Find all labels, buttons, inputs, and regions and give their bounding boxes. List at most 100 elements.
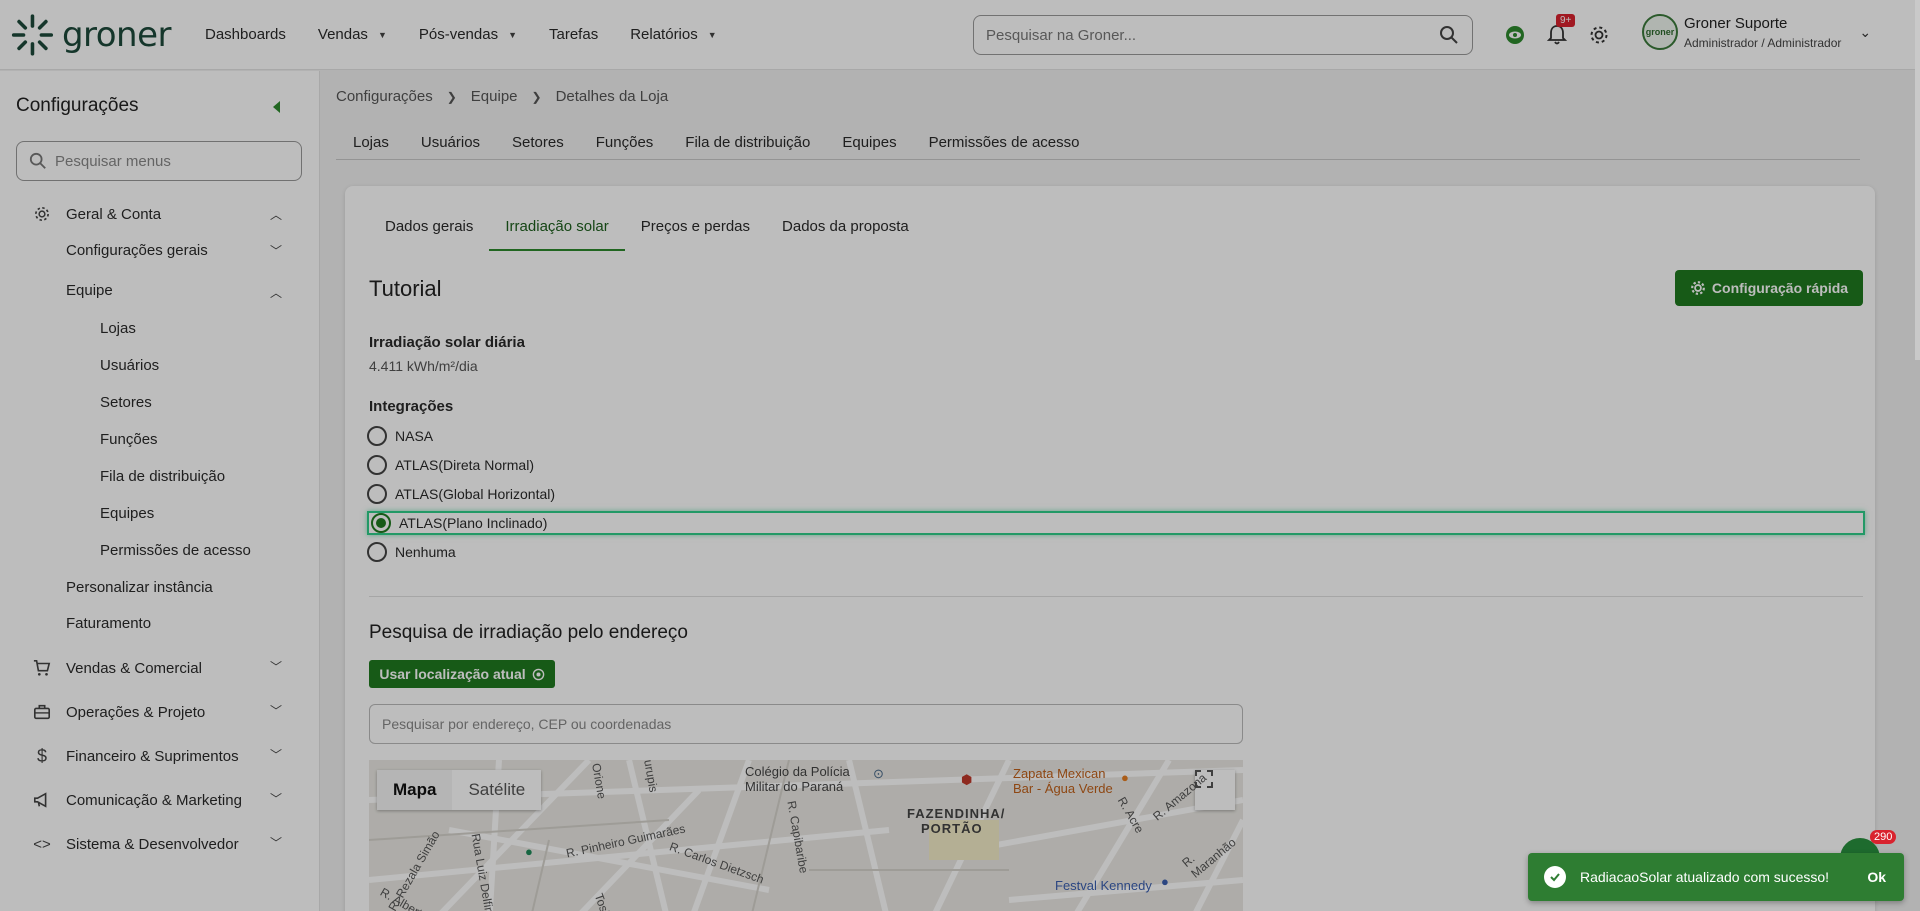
dollar-icon: $ — [36, 745, 47, 766]
user-menu[interactable]: groner Groner Suporte Administrador / Ad… — [1642, 14, 1871, 50]
settings-gear-icon[interactable] — [1584, 20, 1614, 50]
radio-atlas-plano-inclinado[interactable]: ATLAS(Plano Inclinado) — [367, 511, 1865, 535]
map-type-satellite[interactable]: Satélite — [452, 770, 541, 810]
gear-icon — [32, 204, 52, 224]
use-location-label: Usar localização atual — [379, 666, 526, 682]
sidebar-item-label: Sistema & Desenvolvedor — [66, 835, 239, 853]
tab-setores[interactable]: Setores — [496, 124, 580, 159]
map[interactable]: Mapa Satélite Colégio da Polícia Militar… — [369, 760, 1243, 911]
logo[interactable]: groner — [11, 11, 172, 59]
sidebar-item-label: Personalizar instância — [66, 579, 213, 596]
chevron-up-icon[interactable]: ︿ — [270, 206, 282, 223]
sidebar-item-usuarios[interactable]: Usuários — [100, 357, 159, 374]
sidebar-title: Configurações — [16, 95, 139, 116]
success-toast: RadiacaoSolar atualizado com sucesso! Ok — [1528, 853, 1904, 901]
global-search-input[interactable] — [986, 26, 1432, 44]
tab-usuarios[interactable]: Usuários — [405, 124, 496, 159]
radio-atlas-direta-normal[interactable]: ATLAS(Direta Normal) — [367, 453, 534, 477]
search-icon[interactable] — [1432, 18, 1466, 52]
tab-funcoes[interactable]: Funções — [580, 124, 670, 159]
sidebar-item-geral-conta[interactable]: Geral & Conta — [32, 204, 161, 224]
tab-dados-proposta[interactable]: Dados da proposta — [766, 218, 925, 251]
tab-lojas[interactable]: Lojas — [336, 124, 405, 159]
sidebar-item-equipe[interactable]: Equipe — [66, 282, 113, 299]
tab-dados-gerais[interactable]: Dados gerais — [369, 218, 489, 251]
sidebar-search — [16, 141, 302, 181]
sidebar-item-label: Operações & Projeto — [66, 703, 206, 721]
notification-badge: 9+ — [1556, 14, 1576, 27]
search-icon — [29, 152, 46, 169]
tab-equipes[interactable]: Equipes — [826, 124, 912, 159]
sidebar-item-label: Configurações gerais — [66, 242, 208, 259]
sidebar-item-financeiro-suprimentos[interactable]: $ Financeiro & Suprimentos — [32, 746, 239, 766]
sidebar-item-funcoes[interactable]: Funções — [100, 431, 158, 448]
location-pin-icon[interactable]: ● — [525, 844, 533, 859]
hospital-pin-icon[interactable]: ⬢ — [961, 772, 972, 788]
radio-label: Nenhuma — [395, 544, 456, 560]
chevron-down-icon[interactable]: ﹀ — [270, 242, 282, 259]
tab-irradiacao-solar[interactable]: Irradiação solar — [489, 218, 625, 251]
sidebar-item-label: Equipes — [100, 505, 155, 522]
radio-nenhuma[interactable]: Nenhuma — [367, 540, 456, 564]
restaurant-pin-icon[interactable]: ● — [1121, 770, 1129, 785]
toast-ok-button[interactable]: Ok — [1867, 869, 1886, 885]
radio-button[interactable] — [367, 426, 387, 446]
radio-label: NASA — [395, 428, 434, 444]
sidebar-item-label: Permissões de acesso — [100, 542, 251, 559]
breadcrumb-item[interactable]: Configurações — [336, 88, 433, 105]
sidebar-item-fila-distribuicao[interactable]: Fila de distribuição — [100, 468, 225, 485]
map-label: PORTÃO — [921, 821, 983, 836]
radio-button[interactable] — [367, 542, 387, 562]
tab-fila-distribuicao[interactable]: Fila de distribuição — [669, 124, 826, 159]
school-pin-icon[interactable]: ⊙ — [873, 766, 884, 782]
radio-button[interactable] — [367, 484, 387, 504]
use-current-location-button[interactable]: Usar localização atual — [369, 660, 555, 688]
nav-relatorios[interactable]: Relatórios ▼ — [630, 26, 716, 43]
map-label: FAZENDINHA/ — [907, 806, 1006, 821]
tab-precos-perdas[interactable]: Preços e perdas — [625, 218, 766, 251]
chevron-down-icon[interactable]: ﹀ — [270, 658, 282, 675]
breadcrumb-item[interactable]: Equipe — [471, 88, 518, 105]
chevron-down-icon[interactable]: ﹀ — [270, 702, 282, 719]
sidebar-item-setores[interactable]: Setores — [100, 394, 152, 411]
chevron-down-icon[interactable]: ﹀ — [270, 790, 282, 807]
sidebar-item-operacoes-projeto[interactable]: Operações & Projeto — [32, 702, 205, 722]
radio-atlas-global-horizontal[interactable]: ATLAS(Global Horizontal) — [367, 482, 555, 506]
chevron-down-icon[interactable]: ﹀ — [270, 834, 282, 851]
sidebar-item-configuracoes-gerais[interactable]: Configurações gerais — [66, 242, 208, 259]
radio-nasa[interactable]: NASA — [367, 424, 433, 448]
sidebar-item-vendas-comercial[interactable]: Vendas & Comercial — [32, 658, 202, 678]
collapse-sidebar-icon[interactable] — [273, 101, 280, 113]
sidebar: Configurações Geral & Conta ︿ Configuraç… — [0, 71, 320, 911]
nav-vendas[interactable]: Vendas ▼ — [318, 26, 387, 43]
sidebar-item-sistema-desenvolvedor[interactable]: <> Sistema & Desenvolvedor — [32, 834, 239, 854]
sidebar-item-permissoes[interactable]: Permissões de acesso — [100, 542, 251, 559]
radio-button[interactable] — [367, 455, 387, 475]
sidebar-item-personalizar-instancia[interactable]: Personalizar instância — [66, 579, 213, 596]
sidebar-item-lojas[interactable]: Lojas — [100, 320, 136, 337]
daily-irradiation-label: Irradiação solar diária — [369, 334, 525, 351]
nav-tarefas[interactable]: Tarefas — [549, 26, 598, 43]
radio-button-checked[interactable] — [371, 513, 391, 533]
quick-config-button[interactable]: Configuração rápida — [1675, 270, 1863, 306]
sidebar-search-input[interactable] — [55, 152, 301, 170]
sidebar-item-comunicacao-marketing[interactable]: Comunicação & Marketing — [32, 790, 242, 810]
chevron-down-icon[interactable]: ﹀ — [270, 746, 282, 763]
sidebar-item-faturamento[interactable]: Faturamento — [66, 615, 151, 632]
nav-pos-vendas[interactable]: Pós-vendas ▼ — [419, 26, 517, 43]
page-scrollbar[interactable] — [1915, 0, 1920, 360]
address-search-input[interactable] — [369, 704, 1243, 744]
nav-dashboards[interactable]: Dashboards — [205, 26, 286, 43]
eye-toggle-icon[interactable] — [1500, 20, 1530, 50]
breadcrumb-item: Detalhes da Loja — [555, 88, 669, 105]
map-type-map[interactable]: Mapa — [377, 770, 453, 810]
bell-icon[interactable]: 9+ — [1542, 14, 1576, 50]
store-details-card: Dados gerais Irradiação solar Preços e p… — [345, 186, 1875, 911]
sidebar-item-label: Lojas — [100, 320, 136, 337]
chevron-up-icon[interactable]: ︿ — [270, 284, 282, 301]
shopping-pin-icon[interactable]: ● — [1161, 874, 1169, 889]
sidebar-item-label: Financeiro & Suprimentos — [66, 747, 239, 765]
tab-permissoes[interactable]: Permissões de acesso — [913, 124, 1096, 159]
sidebar-item-equipes[interactable]: Equipes — [100, 505, 154, 522]
avatar: groner — [1642, 14, 1678, 50]
